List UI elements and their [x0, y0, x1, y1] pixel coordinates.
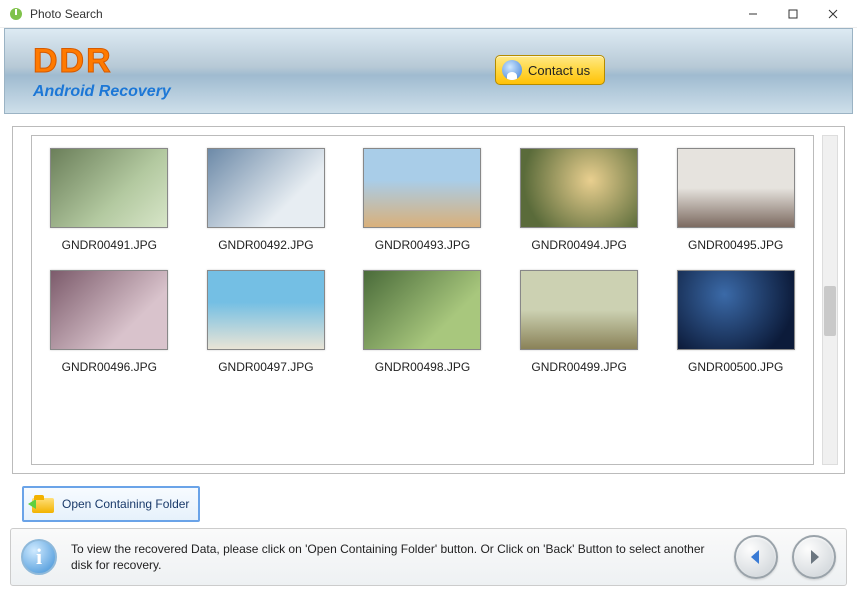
thumbnail-image	[207, 148, 325, 228]
thumbnail-image	[677, 270, 795, 350]
thumbnail-filename: GNDR00500.JPG	[688, 360, 783, 374]
thumbnail-image	[50, 270, 168, 350]
window-title: Photo Search	[30, 7, 103, 21]
thumbnail-filename: GNDR00496.JPG	[62, 360, 157, 374]
footer-hint: To view the recovered Data, please click…	[71, 541, 720, 573]
header-banner: DDR Android Recovery Contact us	[4, 28, 853, 114]
results-panel: GNDR00491.JPG GNDR00492.JPG GNDR00493.JPG G…	[12, 126, 845, 474]
next-button[interactable]	[792, 535, 836, 579]
minimize-button[interactable]	[733, 0, 773, 28]
contact-person-icon	[502, 60, 522, 80]
thumbnail-image	[207, 270, 325, 350]
contact-us-label: Contact us	[528, 63, 590, 78]
thumbnail-image	[50, 148, 168, 228]
thumbnail-item[interactable]: GNDR00496.JPG	[42, 270, 177, 374]
brand-logo: DDR	[33, 42, 171, 81]
thumbnail-filename: GNDR00498.JPG	[375, 360, 470, 374]
contact-us-button[interactable]: Contact us	[495, 55, 605, 85]
footer-bar: i To view the recovered Data, please cli…	[10, 528, 847, 586]
thumbnail-item[interactable]: GNDR00499.JPG	[512, 270, 647, 374]
thumbnail-image	[520, 148, 638, 228]
thumbnail-image	[520, 270, 638, 350]
thumbnail-grid-container: GNDR00491.JPG GNDR00492.JPG GNDR00493.JPG G…	[31, 135, 814, 465]
maximize-button[interactable]	[773, 0, 813, 28]
thumbnail-filename: GNDR00494.JPG	[531, 238, 626, 252]
thumbnail-image	[363, 270, 481, 350]
thumbnail-image	[363, 148, 481, 228]
brand-subtitle: Android Recovery	[33, 83, 171, 101]
thumbnail-item[interactable]: GNDR00497.JPG	[199, 270, 334, 374]
titlebar: Photo Search	[0, 0, 857, 28]
thumbnail-filename: GNDR00497.JPG	[218, 360, 313, 374]
thumbnail-filename: GNDR00491.JPG	[62, 238, 157, 252]
thumbnail-item[interactable]: GNDR00491.JPG	[42, 148, 177, 252]
thumbnail-filename: GNDR00492.JPG	[218, 238, 313, 252]
thumbnail-item[interactable]: GNDR00494.JPG	[512, 148, 647, 252]
info-icon: i	[21, 539, 57, 575]
open-containing-folder-button[interactable]: Open Containing Folder	[22, 486, 200, 522]
close-button[interactable]	[813, 0, 853, 28]
thumbnail-item[interactable]: GNDR00493.JPG	[355, 148, 490, 252]
thumbnail-filename: GNDR00499.JPG	[531, 360, 626, 374]
app-icon	[8, 6, 24, 22]
folder-icon	[32, 495, 54, 513]
thumbnail-item[interactable]: GNDR00500.JPG	[668, 270, 803, 374]
scrollbar-thumb[interactable]	[824, 286, 836, 336]
thumbnail-filename: GNDR00495.JPG	[688, 238, 783, 252]
thumbnail-image	[677, 148, 795, 228]
thumbnail-item[interactable]: GNDR00495.JPG	[668, 148, 803, 252]
back-button[interactable]	[734, 535, 778, 579]
open-folder-label: Open Containing Folder	[62, 497, 189, 511]
thumbnail-grid: GNDR00491.JPG GNDR00492.JPG GNDR00493.JPG G…	[42, 148, 803, 374]
thumbnail-item[interactable]: GNDR00498.JPG	[355, 270, 490, 374]
thumbnail-item[interactable]: GNDR00492.JPG	[199, 148, 334, 252]
scrollbar[interactable]	[822, 135, 838, 465]
thumbnail-filename: GNDR00493.JPG	[375, 238, 470, 252]
